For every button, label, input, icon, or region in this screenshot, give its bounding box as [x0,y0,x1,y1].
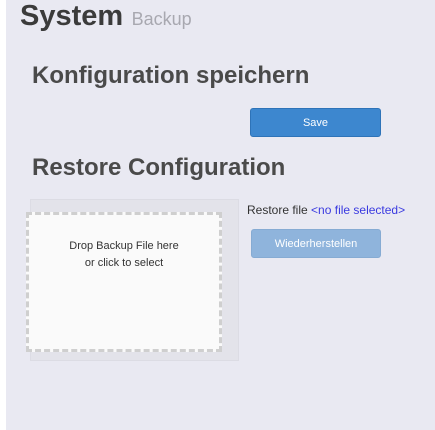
restore-file-status: Restore file <no file selected> [247,203,405,217]
restore-config-heading: Restore Configuration [32,154,286,181]
restore-file-value: <no file selected> [311,203,406,217]
file-dropzone[interactable]: Drop Backup File here or click to select [26,212,222,352]
save-button[interactable]: Save [250,108,381,137]
dropzone-line-1: Drop Backup File here [69,240,179,252]
dropzone-text: Drop Backup File here or click to select [29,238,219,272]
page-title-main: System [20,0,124,32]
page-title-sub: Backup [131,9,192,29]
restore-file-label: Restore file [247,203,308,217]
dropzone-line-2: or click to select [84,257,164,269]
content-panel: System Backup Konfiguration speichern Sa… [6,0,435,430]
page-title: System Backup [20,0,192,33]
save-config-heading: Konfiguration speichern [32,62,310,89]
restore-button[interactable]: Wiederherstellen [251,229,381,258]
